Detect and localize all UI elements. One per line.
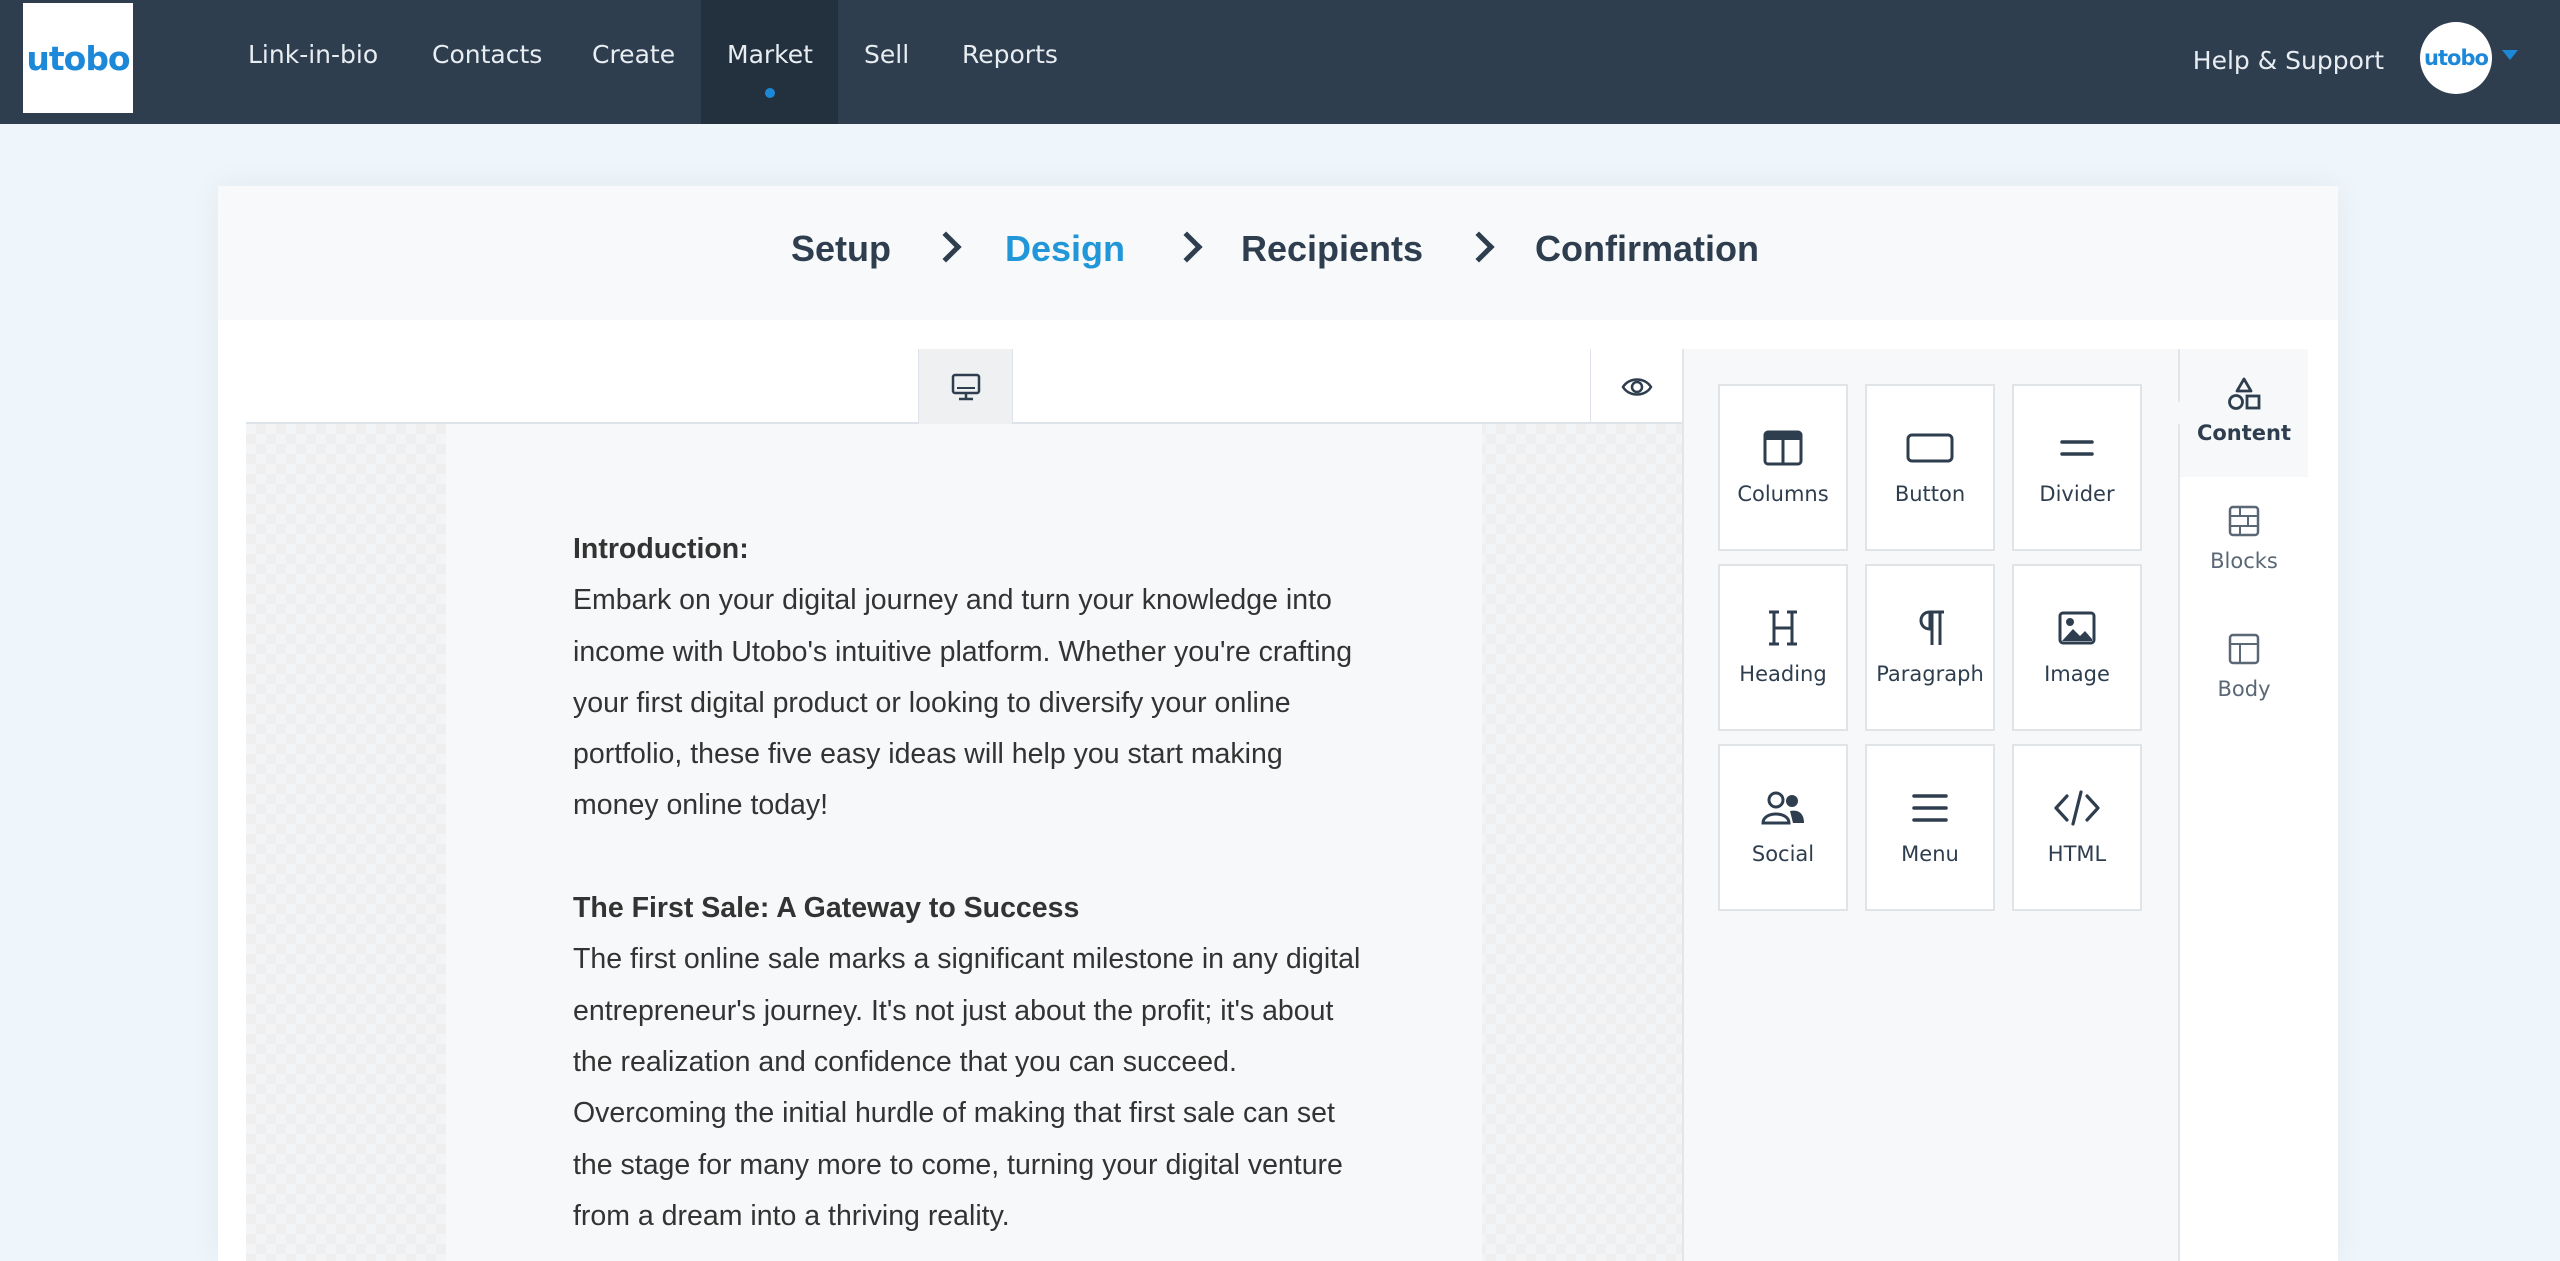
step-recipients[interactable]: Recipients	[1241, 228, 1423, 270]
tab-label: Content	[2196, 421, 2292, 445]
image-icon	[2058, 611, 2096, 645]
section-paragraph: The first online sale marks a significan…	[573, 943, 1361, 1232]
top-nav: utobo Link-in-bio Contacts Create Market…	[0, 0, 2560, 124]
tool-divider[interactable]: Divider	[2012, 384, 2142, 551]
tab-label: Blocks	[2210, 549, 2278, 573]
preview-button[interactable]	[1590, 349, 1682, 424]
tool-social[interactable]: Social	[1718, 744, 1848, 911]
tool-label: Button	[1894, 482, 1966, 506]
heading-icon	[1769, 610, 1797, 646]
editor-canvas: Introduction: Embark on your digital jou…	[246, 424, 1682, 1261]
editor-toolbar	[246, 349, 1682, 424]
avatar-text: utobo	[2424, 46, 2489, 70]
step-confirmation[interactable]: Confirmation	[1535, 228, 1759, 270]
chevron-right-icon	[930, 231, 962, 263]
nav-item-contacts[interactable]: Contacts	[406, 0, 568, 124]
tab-body[interactable]: Body	[2180, 605, 2308, 733]
nav-item-sell[interactable]: Sell	[838, 0, 935, 124]
tool-html[interactable]: HTML	[2012, 744, 2142, 911]
chevron-right-icon	[1463, 231, 1495, 263]
desktop-icon	[951, 373, 980, 400]
social-icon	[1761, 791, 1804, 825]
tool-button[interactable]: Button	[1865, 384, 1995, 551]
email-text-block[interactable]: Introduction: Embark on your digital jou…	[573, 524, 1373, 1261]
tool-label: Paragraph	[1876, 662, 1984, 686]
tool-heading[interactable]: Heading	[1718, 564, 1848, 731]
tool-label: Heading	[1739, 662, 1827, 686]
tool-label: Social	[1751, 842, 1815, 866]
content-tools-panel: Columns Button Divider Heading Paragraph…	[1682, 349, 2180, 1261]
nav-item-market[interactable]: Market	[701, 0, 838, 124]
step-setup[interactable]: Setup	[791, 228, 891, 270]
tab-content[interactable]: Content	[2168, 349, 2308, 477]
layout-icon	[2228, 633, 2260, 665]
avatar[interactable]: utobo	[2420, 22, 2492, 94]
nav-item-create[interactable]: Create	[566, 0, 701, 124]
step-design[interactable]: Design	[1005, 228, 1125, 270]
intro-heading: Introduction:	[573, 533, 749, 565]
campaign-card: Setup Design Recipients Confirmation Int…	[218, 186, 2338, 1261]
code-icon	[2054, 790, 2100, 826]
tab-blocks[interactable]: Blocks	[2180, 477, 2308, 605]
tool-paragraph[interactable]: Paragraph	[1865, 564, 1995, 731]
button-icon	[1906, 433, 1954, 463]
paragraph-icon	[1919, 610, 1944, 645]
tool-label: Image	[2044, 662, 2110, 686]
tool-image[interactable]: Image	[2012, 564, 2142, 731]
logo-text: utobo	[26, 38, 130, 78]
desktop-view-button[interactable]	[918, 349, 1013, 424]
divider-icon	[2060, 440, 2094, 456]
menu-icon	[1912, 794, 1948, 822]
intro-paragraph: Embark on your digital journey and turn …	[573, 584, 1353, 822]
tool-label: Menu	[1901, 842, 1959, 866]
help-support-link[interactable]: Help & Support	[2193, 46, 2384, 75]
blocks-icon	[2228, 505, 2260, 537]
side-tabs: Content Blocks Body	[2168, 349, 2308, 1261]
tool-label: Columns	[1737, 482, 1829, 506]
tab-label: Body	[2217, 677, 2271, 701]
wizard-steps: Setup Design Recipients Confirmation	[218, 186, 2338, 320]
eye-icon	[1621, 377, 1652, 396]
tool-label: Divider	[2039, 482, 2115, 506]
email-body[interactable]: Introduction: Embark on your digital jou…	[446, 424, 1482, 1261]
chevron-right-icon	[1171, 231, 1203, 263]
tool-menu[interactable]: Menu	[1865, 744, 1995, 911]
nav-item-link-in-bio[interactable]: Link-in-bio	[222, 0, 404, 124]
shapes-icon	[2228, 377, 2261, 410]
nav-item-reports[interactable]: Reports	[936, 0, 1084, 124]
chevron-down-icon[interactable]	[2502, 50, 2518, 60]
tool-label: HTML	[2047, 842, 2107, 866]
email-editor: Introduction: Embark on your digital jou…	[246, 349, 1682, 1261]
tool-columns[interactable]: Columns	[1718, 384, 1848, 551]
logo[interactable]: utobo	[23, 3, 133, 113]
section-heading: The First Sale: A Gateway to Success	[573, 892, 1080, 925]
columns-icon	[1763, 430, 1803, 466]
